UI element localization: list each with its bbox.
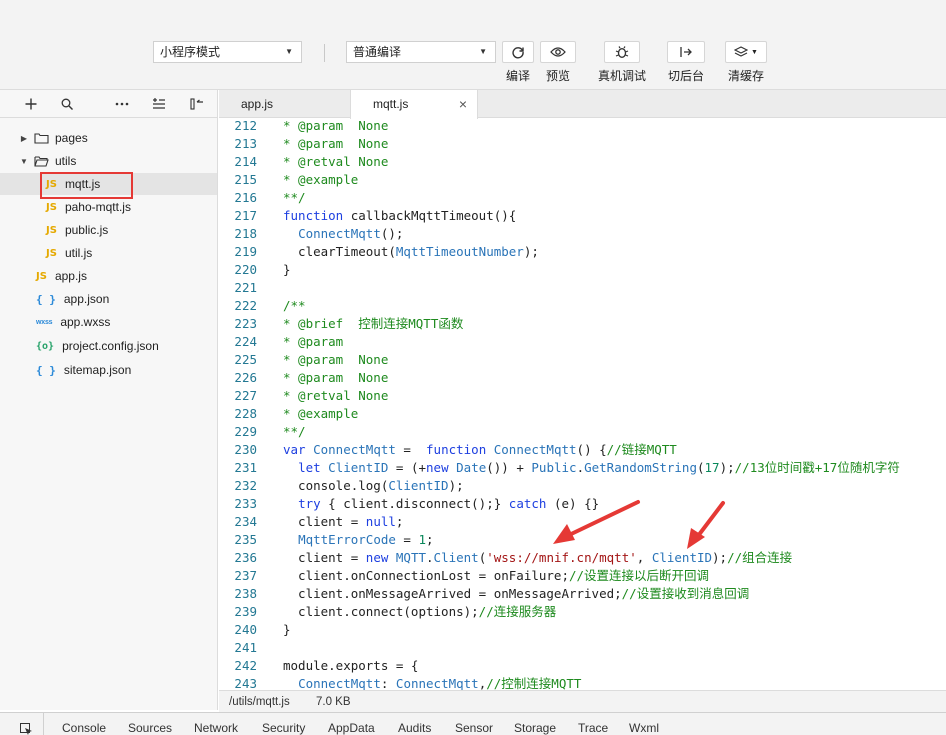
tree-item-label: project.config.json: [62, 339, 159, 353]
tree-item-app-js[interactable]: JS app.js: [0, 265, 217, 287]
more-icon[interactable]: [113, 95, 131, 113]
wxss-file-icon: wxss: [36, 318, 53, 326]
file-path: /utils/mqtt.js: [229, 696, 290, 708]
switch-backend-icon: [680, 47, 692, 57]
tree-item-paho-mqtt-js[interactable]: JS paho-mqtt.js: [0, 196, 217, 218]
cursor-icon: [20, 723, 32, 735]
tree-item-project-config-json[interactable]: {o} project.config.json: [0, 335, 217, 357]
file-explorer: ▶ pages ▼ utils JS mqtt.js JS paho-mqtt.js JS pub…: [0, 90, 218, 710]
tree-item-utils[interactable]: ▼ utils: [0, 150, 217, 172]
compile-button[interactable]: [502, 41, 534, 63]
device-debug-label: 真机调试: [597, 69, 646, 83]
arrow-icon: [687, 501, 725, 549]
tree-item-public-js[interactable]: JS public.js: [0, 219, 217, 241]
chevron-down-icon: ▼: [751, 48, 758, 56]
tree-item-label: app.json: [63, 292, 110, 306]
js-file-icon: JS: [46, 247, 57, 259]
folder-icon: [34, 133, 49, 144]
js-file-icon: JS: [46, 201, 57, 213]
tree-item-label: paho-mqtt.js: [64, 200, 131, 214]
compile-label: 编译: [505, 69, 530, 83]
clear-cache-label: 清缓存: [727, 69, 764, 83]
tree-item-app-wxss[interactable]: wxss app.wxss: [0, 311, 217, 333]
tree-item-label: pages: [55, 131, 88, 145]
tab-sources[interactable]: Sources: [128, 721, 172, 735]
tab-storage[interactable]: Storage: [514, 721, 556, 735]
tree-item-label: app.wxss: [60, 315, 111, 329]
tree-item-mqtt-js[interactable]: JS mqtt.js: [0, 173, 217, 195]
cfg-file-icon: {o}: [36, 340, 55, 352]
tree-item-pages[interactable]: ▶ pages: [0, 127, 217, 149]
mode-select-value: 小程序模式: [160, 45, 221, 59]
collapse-panel-icon[interactable]: [188, 95, 206, 113]
toolbar-divider: [324, 44, 325, 62]
add-icon[interactable]: [22, 95, 40, 113]
tab-wxml[interactable]: Wxml: [629, 721, 659, 735]
explorer-toolbar: [0, 90, 218, 118]
search-icon[interactable]: [58, 95, 76, 113]
annotation-arrows: [553, 500, 725, 549]
arrow-icon: [553, 500, 640, 544]
compile-select[interactable]: 普通编译 ▼: [346, 41, 496, 63]
code-editor: app.js mqtt.js × 212 * @param None 213 * @p…: [219, 90, 946, 690]
devtools-tabs: Console Sources Network Security AppData Audi…: [0, 712, 946, 735]
mode-select[interactable]: 小程序模式 ▼: [153, 41, 302, 63]
js-file-icon: JS: [46, 178, 57, 190]
layers-icon: [734, 46, 749, 57]
preview-button[interactable]: [540, 41, 576, 63]
folder-open-icon: [34, 156, 49, 167]
tree-item-label: util.js: [64, 246, 93, 260]
switch-backend-label: 切后台: [667, 69, 704, 83]
tree-item-label: sitemap.json: [63, 363, 132, 377]
outline-icon[interactable]: [150, 95, 168, 113]
clear-cache-button[interactable]: ▼: [725, 41, 767, 63]
chevron-down-icon: ▼: [285, 47, 293, 56]
inspect-button[interactable]: [0, 713, 44, 735]
file-size: 7.0 KB: [316, 696, 351, 708]
chevron-down-icon: ▼: [479, 47, 487, 56]
tab-console[interactable]: Console: [62, 721, 106, 735]
preview-label: 预览: [545, 69, 570, 83]
js-file-icon: JS: [46, 224, 57, 236]
json-file-icon: { }: [36, 292, 56, 306]
tree-item-label: utils: [55, 154, 77, 168]
tree-item-label: mqtt.js: [64, 177, 101, 191]
tree-item-app-json[interactable]: { } app.json: [0, 288, 217, 310]
tab-appdata[interactable]: AppData: [328, 721, 375, 735]
chevron-right-icon[interactable]: ▶: [18, 134, 30, 143]
tab-sensor[interactable]: Sensor: [455, 721, 493, 735]
tab-network[interactable]: Network: [194, 721, 238, 735]
switch-backend-button[interactable]: [667, 41, 705, 63]
status-bar: /utils/mqtt.js 7.0 KB: [219, 690, 946, 712]
tree-item-label: app.js: [54, 269, 87, 283]
json-file-icon: { }: [36, 363, 56, 377]
device-debug-button[interactable]: [604, 41, 640, 63]
tab-trace[interactable]: Trace: [578, 721, 608, 735]
tree-item-label: public.js: [64, 223, 109, 237]
tree-item-util-js[interactable]: JS util.js: [0, 242, 217, 264]
tree-item-sitemap-json[interactable]: { } sitemap.json: [0, 359, 217, 381]
chevron-down-icon[interactable]: ▼: [18, 157, 30, 166]
bug-icon: [615, 46, 629, 58]
tab-audits[interactable]: Audits: [398, 721, 431, 735]
tab-security[interactable]: Security: [262, 721, 305, 735]
eye-icon: [550, 47, 566, 57]
compile-select-value: 普通编译: [353, 45, 402, 59]
toolbar: 小程序模式 ▼ 普通编译 ▼ 编译 预览 真机调试 切后台 ▼ 清缓存: [0, 0, 946, 90]
refresh-icon: [512, 47, 524, 59]
js-file-icon: JS: [36, 270, 47, 282]
